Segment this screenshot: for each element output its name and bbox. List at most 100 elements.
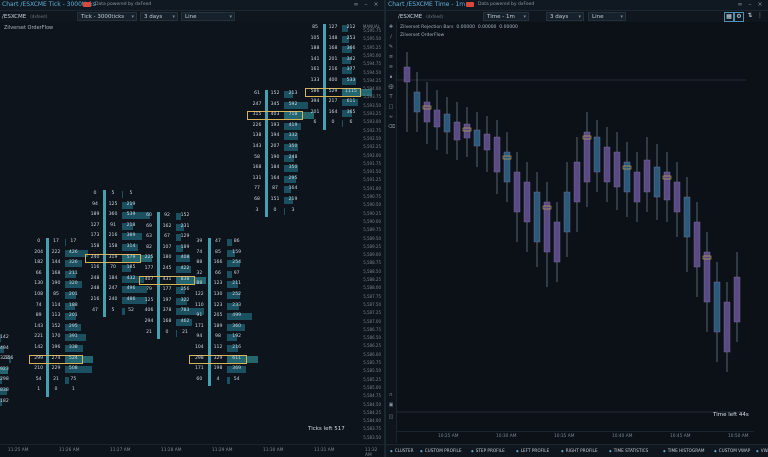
cluster-cell: 213: [288, 91, 298, 96]
brush-icon[interactable]: ≈: [388, 114, 394, 120]
right-charttype-dropdown[interactable]: Line ▾: [588, 12, 626, 21]
candle-body[interactable]: [713, 281, 721, 333]
candle-body[interactable]: [413, 91, 421, 113]
time-tick: 11:32 AM: [365, 448, 378, 457]
bottom-tab-cluster[interactable]: CLUSTER: [390, 448, 414, 453]
candle-body[interactable]: [633, 171, 641, 203]
candle-body[interactable]: [623, 161, 631, 193]
cluster-cell: 75: [70, 376, 77, 382]
left-period-dropdown[interactable]: 3 days ▾: [140, 12, 178, 21]
cluster-cell: 39: [196, 239, 203, 244]
minimize-icon[interactable]: –: [362, 1, 370, 9]
candle-body[interactable]: [503, 151, 511, 183]
time-tick: 11:27 AM: [110, 448, 131, 453]
ruler-icon[interactable]: ≡: [388, 54, 394, 60]
bottom-tab-time-histogram[interactable]: TIME HISTOGRAM: [663, 448, 705, 453]
candle-body[interactable]: [473, 129, 481, 147]
left-symbol-selector[interactable]: /ESXCME (dxfeed): [2, 12, 47, 21]
right-title-bar: Chart /ESXCME Time - 1m Data powered by …: [386, 0, 768, 11]
candle-body[interactable]: [573, 161, 581, 203]
candle-body[interactable]: [493, 136, 501, 173]
crosshair-icon[interactable]: ⨁: [388, 84, 394, 90]
candle-body[interactable]: [723, 301, 731, 353]
bottom-tab-custom-vwap[interactable]: CUSTOM VWAP: [714, 448, 751, 453]
line-tool-icon[interactable]: ∕: [388, 34, 394, 40]
time-tick: 10:45 AM: [670, 434, 691, 439]
bottom-tab-time-statistics[interactable]: TIME STATISTICS: [609, 448, 649, 453]
candle-body[interactable]: [733, 276, 741, 323]
shape-icon[interactable]: □: [388, 104, 394, 110]
candlestick-chart[interactable]: [396, 22, 746, 430]
cluster-cell: 192: [232, 334, 242, 340]
candle-body[interactable]: [423, 101, 431, 123]
eraser-icon[interactable]: ⌫: [388, 124, 395, 130]
bottom-tab-step-profile[interactable]: STEP PROFILE: [471, 448, 505, 453]
candle-body[interactable]: [693, 221, 701, 268]
candle-body[interactable]: [613, 151, 621, 188]
candle-body[interactable]: [483, 133, 491, 151]
left-time-axis[interactable]: 11:25 AM 11:26 AM 11:27 AM 11:28 AM 11:29 AM…: [0, 444, 384, 457]
candle-body[interactable]: [553, 221, 561, 263]
magnet-icon[interactable]: ∩: [388, 392, 394, 398]
cluster-cell: 166: [213, 260, 223, 266]
grid-layout-icon[interactable]: ▦: [724, 12, 734, 22]
candle-body[interactable]: [543, 201, 551, 253]
right-powered-by: Data powered by dxFeed: [478, 2, 535, 7]
candle-body[interactable]: [603, 146, 611, 183]
bottom-tab-left-profile[interactable]: LEFT PROFILE: [516, 448, 550, 453]
price-tick: 5,583.75: [363, 426, 381, 432]
candle-body[interactable]: [533, 191, 541, 243]
left-price-scale[interactable]: 5,595.75 5,595.50 5,595.25 5,595.00 5,594.75…: [358, 22, 384, 443]
right-symbol-selector[interactable]: /ESXCME (dxfeed): [398, 12, 443, 21]
bottom-tab-right-profile[interactable]: RIGHT PROFILE: [561, 448, 598, 453]
time-left-label: Time left 44s: [713, 412, 749, 418]
channel-icon[interactable]: ≋: [388, 64, 394, 70]
fib-icon[interactable]: ∎: [388, 74, 394, 80]
minimize-icon[interactable]: –: [746, 1, 754, 9]
bottom-tab-vwap[interactable]: VWAP: [756, 448, 768, 453]
text-icon[interactable]: T: [388, 94, 394, 100]
cluster-cell: 394: [310, 99, 320, 105]
trash-icon[interactable]: ◫: [388, 414, 394, 420]
candle-body[interactable]: [453, 121, 461, 141]
candle-body[interactable]: [433, 109, 441, 128]
cluster-cell: 524: [68, 355, 78, 361]
candle-body[interactable]: [403, 66, 411, 83]
right-price-scale[interactable]: [754, 22, 768, 443]
candle-body[interactable]: [643, 159, 651, 193]
candle-body[interactable]: [683, 196, 691, 238]
cursor-icon[interactable]: ✚: [388, 24, 394, 30]
bottom-tab-custom-profile[interactable]: CUSTOM PROFILE: [420, 448, 462, 453]
right-time-axis[interactable]: 10:25 AM 10:30 AM 10:35 AM 10:40 AM 10:45 AM…: [396, 431, 754, 442]
cluster-cell: 499: [232, 313, 242, 319]
left-charttype-dropdown[interactable]: Line ▾: [181, 12, 235, 21]
cluster-cell: 17: [70, 239, 77, 244]
close-icon[interactable]: ×: [756, 1, 764, 9]
footprint-chart[interactable]: 142 494 323 156 923 298 838 182 0 17 17 204 222 426 18…: [0, 22, 372, 442]
candle-body[interactable]: [563, 191, 571, 233]
candle-body[interactable]: [583, 131, 591, 183]
candle-body[interactable]: [673, 181, 681, 213]
close-icon[interactable]: ×: [372, 1, 380, 9]
link-icon[interactable]: ∞: [352, 1, 360, 9]
time-tick: 10:40 AM: [612, 434, 633, 439]
left-timeframe-dropdown[interactable]: Tick - 3000ticks ▾: [77, 12, 137, 21]
right-period-dropdown[interactable]: 3 days ▾: [546, 12, 584, 21]
trade-icon[interactable]: ⇅: [746, 12, 754, 20]
candle-body[interactable]: [523, 181, 531, 223]
price-tick: 5,583.50: [363, 434, 381, 440]
candle-body[interactable]: [513, 171, 521, 213]
candle-body[interactable]: [703, 251, 711, 303]
link-icon[interactable]: ∞: [736, 1, 744, 9]
candle-body[interactable]: [653, 166, 661, 198]
lock-icon[interactable]: ▣: [388, 402, 394, 408]
price-tick: 5,585.75: [363, 360, 381, 365]
candle-body[interactable]: [443, 113, 451, 133]
candle-body[interactable]: [593, 136, 601, 173]
price-tick: 5,586.25: [363, 343, 381, 349]
more-icon[interactable]: ⋮: [756, 12, 764, 20]
pencil-icon[interactable]: ✎: [388, 44, 394, 50]
right-timeframe-dropdown[interactable]: Time - 1m ▾: [483, 12, 529, 21]
cluster-cell: 248: [90, 275, 100, 281]
settings-icon[interactable]: ⚙: [734, 12, 744, 22]
